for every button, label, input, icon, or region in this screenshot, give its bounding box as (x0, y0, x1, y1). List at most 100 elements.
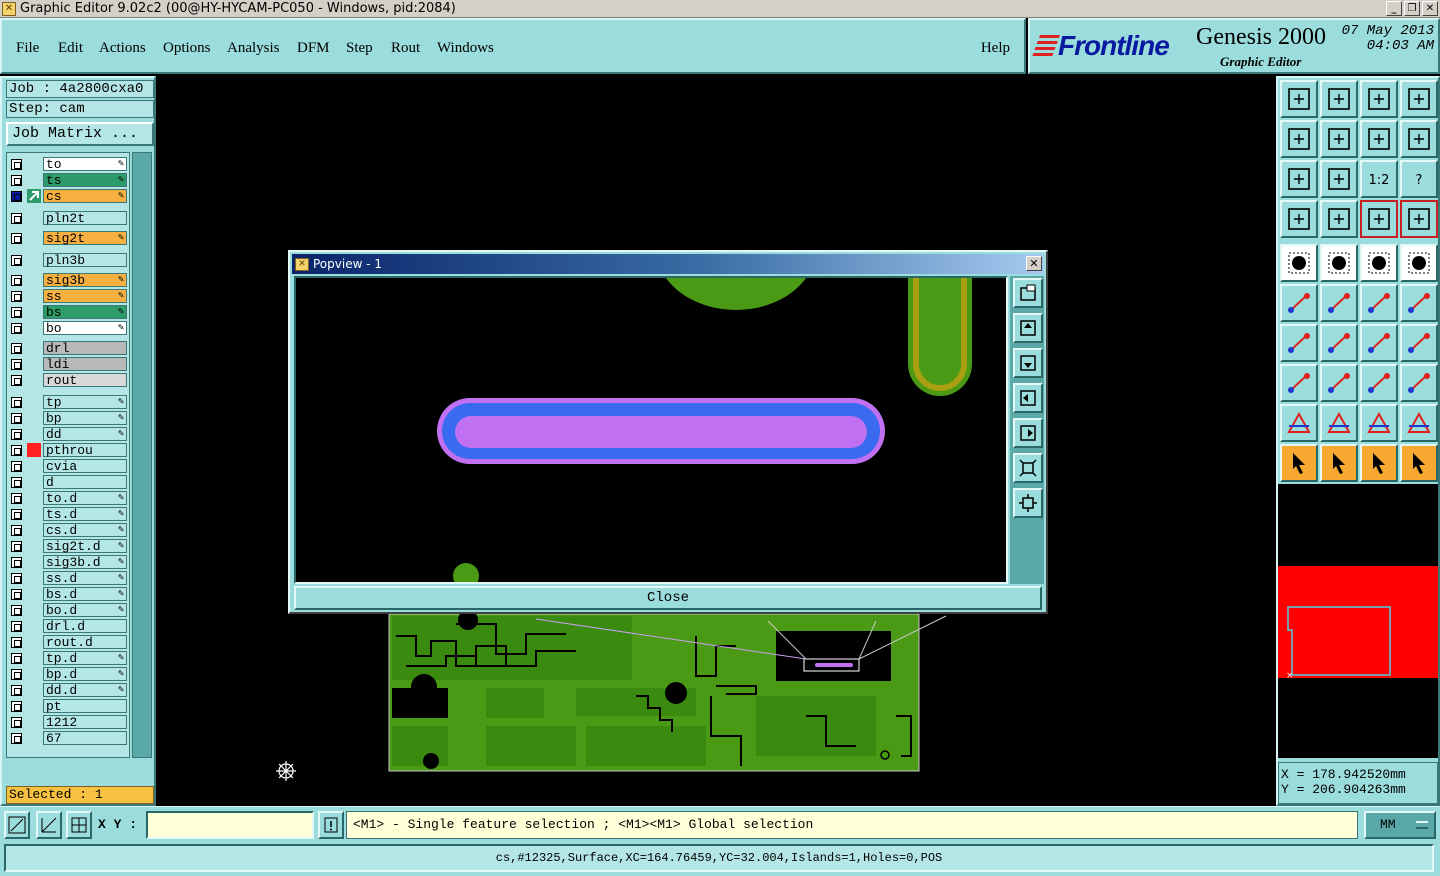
home-icon[interactable] (1360, 80, 1398, 118)
layer-row-rout[interactable]: rout (9, 373, 127, 387)
layer-name[interactable]: bp ✎ (43, 411, 127, 425)
layer-row-sig2t-d[interactable]: sig2t.d ✎ (9, 539, 127, 553)
layer-name[interactable]: ts ✎ (43, 173, 127, 187)
zoom-fit-icon[interactable] (1280, 160, 1318, 198)
layer-name[interactable]: to ✎ (43, 157, 127, 171)
layer-row-cs-d[interactable]: cs.d ✎ (9, 523, 127, 537)
menu-dfm[interactable]: DFM (297, 40, 330, 57)
layer-name[interactable]: pt (43, 699, 127, 713)
close-window-button[interactable]: ✕ (1422, 1, 1438, 16)
xy-input[interactable] (146, 811, 314, 839)
layer-checkbox[interactable] (11, 255, 22, 266)
window-icon[interactable] (1400, 80, 1438, 118)
group-icon[interactable] (1400, 364, 1438, 402)
info-icon[interactable] (318, 811, 344, 839)
layer-checkbox[interactable] (11, 397, 22, 408)
layer-name[interactable]: to.d ✎ (43, 491, 127, 505)
layer-name[interactable]: bp.d ✎ (43, 667, 127, 681)
minimize-button[interactable]: _ (1386, 1, 1402, 16)
layer-checkbox[interactable] (11, 541, 22, 552)
layer-row-bp[interactable]: bp ✎ (9, 411, 127, 425)
layer-checkbox[interactable] (11, 291, 22, 302)
layer-checkbox[interactable] (11, 191, 22, 202)
layer-row-drl-d[interactable]: drl.d (9, 619, 127, 633)
layer-name[interactable]: pln3b (43, 253, 127, 267)
layer-checkbox[interactable] (11, 717, 22, 728)
layer-row-dd[interactable]: dd ✎ (9, 427, 127, 441)
layer-name[interactable]: ss.d ✎ (43, 571, 127, 585)
pan-right-icon[interactable] (1320, 120, 1358, 158)
layer-row-bo-d[interactable]: bo.d ✎ (9, 603, 127, 617)
layer-name[interactable]: rout.d (43, 635, 127, 649)
measure-icon[interactable] (36, 811, 62, 839)
mirror-icon[interactable] (1400, 324, 1438, 362)
layer-list-scrollbar[interactable] (132, 152, 152, 758)
layer-checkbox[interactable] (11, 343, 22, 354)
layer-name[interactable]: bo ✎ (43, 321, 127, 335)
job-matrix-button[interactable]: Job Matrix ... (6, 122, 154, 146)
layer-checkbox[interactable] (11, 621, 22, 632)
query-icon[interactable]: ? (1400, 160, 1438, 198)
move-icon[interactable] (1280, 364, 1318, 402)
layer-name[interactable]: 67 (43, 731, 127, 745)
menu-analysis[interactable]: Analysis (227, 40, 280, 57)
layer-name[interactable]: drl.d (43, 619, 127, 633)
popview-close-button[interactable]: Close (294, 586, 1042, 610)
layer-row-cs[interactable]: cs ✎ (9, 189, 127, 203)
layer-name[interactable]: ts.d ✎ (43, 507, 127, 521)
layer-row-tp[interactable]: tp ✎ (9, 395, 127, 409)
layer-checkbox[interactable] (11, 509, 22, 520)
polygon-icon[interactable] (1320, 244, 1358, 282)
layer-checkbox[interactable] (11, 733, 22, 744)
layer-checkbox[interactable] (11, 213, 22, 224)
layer-name[interactable]: ss ✎ (43, 289, 127, 303)
layer-checkbox[interactable] (11, 323, 22, 334)
layer-name[interactable]: cs.d ✎ (43, 523, 127, 537)
layer-name[interactable]: cs ✎ (43, 189, 127, 203)
layer-row-ss[interactable]: ss ✎ (9, 289, 127, 303)
grid-toggle-icon[interactable] (1320, 200, 1358, 238)
select-net-icon[interactable] (1400, 444, 1438, 482)
layer-checkbox[interactable] (11, 573, 22, 584)
resize-icon[interactable] (1360, 364, 1398, 402)
layer-checkbox[interactable] (11, 589, 22, 600)
layer-name[interactable]: sig2t.d ✎ (43, 539, 127, 553)
layer-row-sig3b-d[interactable]: sig3b.d ✎ (9, 555, 127, 569)
net-icon[interactable] (1360, 200, 1398, 238)
settings-icon[interactable] (1280, 200, 1318, 238)
layer-checkbox[interactable] (11, 175, 22, 186)
menu-actions[interactable]: Actions (99, 40, 146, 57)
layer-row-bs-d[interactable]: bs.d ✎ (9, 587, 127, 601)
layer-checkbox[interactable] (11, 359, 22, 370)
layer-name[interactable]: 1212 (43, 715, 127, 729)
layer-checkbox[interactable] (11, 493, 22, 504)
layer-name[interactable]: bo.d ✎ (43, 603, 127, 617)
layer-row-cvia[interactable]: cvia (9, 459, 127, 473)
layer-checkbox[interactable] (11, 525, 22, 536)
menu-file[interactable]: File (16, 40, 39, 57)
layer-name[interactable]: bs ✎ (43, 305, 127, 319)
layer-name[interactable]: cvia (43, 459, 127, 473)
layer-checkbox[interactable] (11, 605, 22, 616)
layer-row-bp-d[interactable]: bp.d ✎ (9, 667, 127, 681)
layer-row-pt[interactable]: pt (9, 699, 127, 713)
triangle-d-icon[interactable] (1400, 404, 1438, 442)
layer-checkbox[interactable] (11, 375, 22, 386)
layer-row-rout-d[interactable]: rout.d (9, 635, 127, 649)
layer-checkbox[interactable] (11, 429, 22, 440)
layer-row-dd-d[interactable]: dd.d ✎ (9, 683, 127, 697)
snap-icon[interactable] (4, 811, 30, 839)
menu-options[interactable]: Options (163, 40, 211, 57)
layer-row-67[interactable]: 67 (9, 731, 127, 745)
select-arrow-icon[interactable] (1280, 444, 1318, 482)
layer-checkbox[interactable] (11, 557, 22, 568)
layer-row-1212[interactable]: 1212 (9, 715, 127, 729)
angle-icon[interactable] (1280, 324, 1318, 362)
layer-row-sig2t[interactable]: sig2t ✎ (9, 231, 127, 245)
layer-row-pthrou[interactable]: pthrou (9, 443, 127, 457)
layer-row-to[interactable]: to ✎ (9, 157, 127, 171)
popview-zoom-out-icon[interactable] (1013, 453, 1043, 483)
triangle-a-icon[interactable] (1280, 404, 1318, 442)
step-down-icon[interactable] (1320, 80, 1358, 118)
layer-name[interactable]: d (43, 475, 127, 489)
